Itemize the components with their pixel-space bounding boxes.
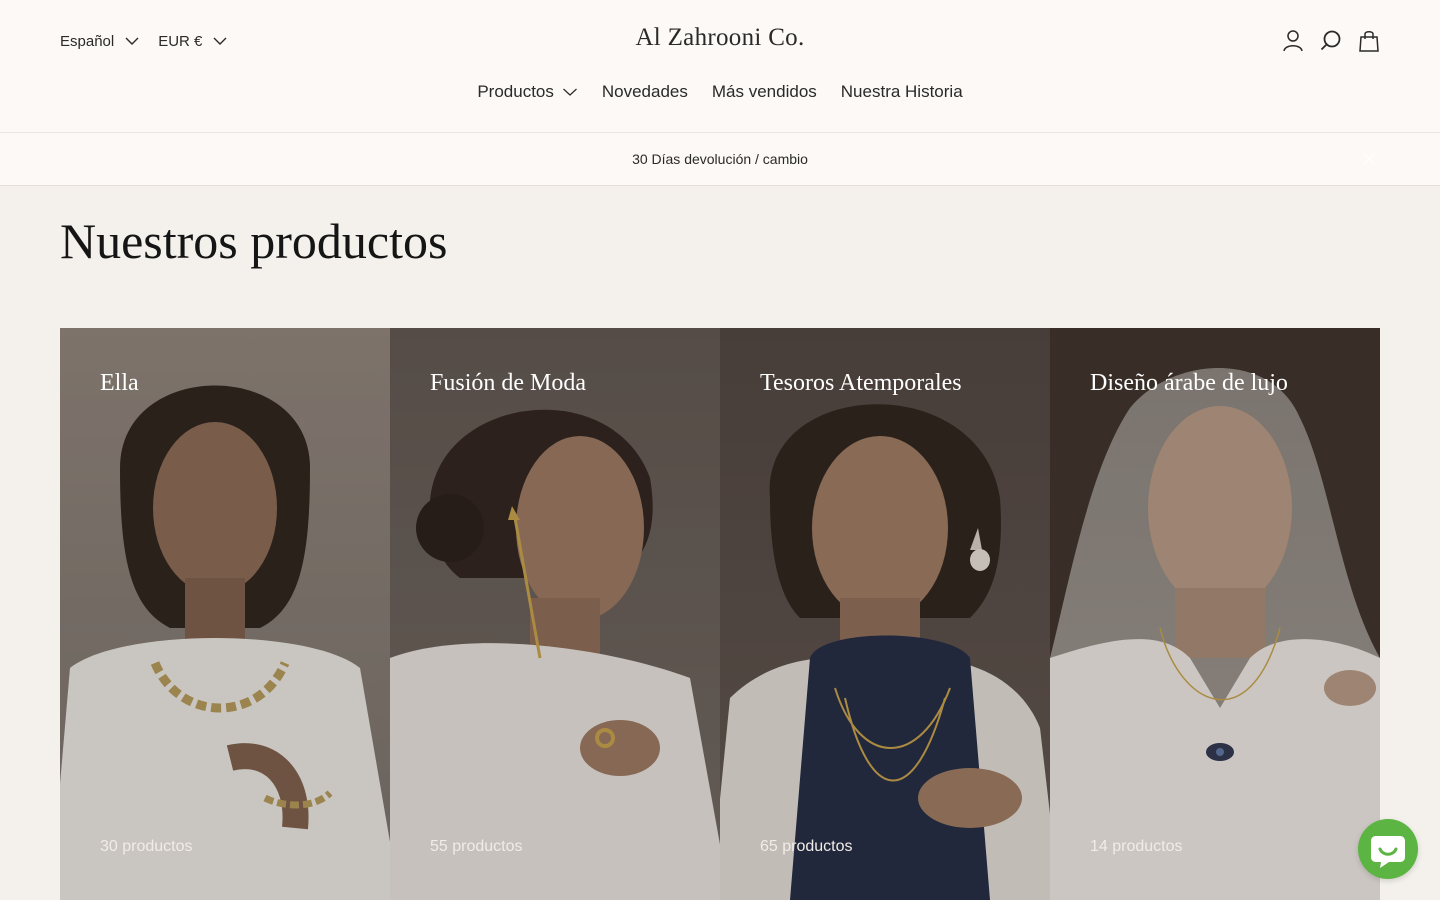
bag-icon[interactable] — [1358, 29, 1380, 53]
collection-title: Ella — [100, 370, 139, 396]
card-overlay — [390, 328, 720, 900]
search-icon[interactable] — [1320, 29, 1342, 53]
close-icon[interactable] — [1362, 152, 1376, 166]
collection-title: Diseño árabe de lujo — [1090, 370, 1288, 396]
site-logo[interactable]: Al Zahrooni Co. — [635, 24, 804, 51]
page-title: Nuestros productos — [60, 213, 448, 269]
card-overlay — [1050, 328, 1380, 900]
chevron-down-icon — [562, 88, 577, 96]
account-icon[interactable] — [1282, 29, 1304, 53]
collection-card-tesoros-atemporales[interactable]: Tesoros Atemporales 65 productos — [720, 328, 1050, 900]
collection-card-diseno-arabe-de-lujo[interactable]: Diseño árabe de lujo 14 productos — [1050, 328, 1380, 900]
collection-title: Fusión de Moda — [430, 370, 586, 396]
collection-card-fusion-de-moda[interactable]: Fusión de Moda 55 productos — [390, 328, 720, 900]
nav-item-productos[interactable]: Productos — [477, 82, 578, 102]
collection-count: 30 productos — [100, 838, 193, 855]
collection-card-ella[interactable]: Ella 30 productos — [60, 328, 390, 900]
collections-grid: Ella 30 productos Fusión de Moda 55 prod… — [60, 328, 1380, 900]
chat-smile-icon — [1371, 836, 1405, 868]
collection-count: 65 productos — [760, 838, 853, 855]
nav-item-nuestra-historia[interactable]: Nuestra Historia — [841, 82, 963, 102]
collection-count: 55 productos — [430, 838, 523, 855]
nav-item-novedades[interactable]: Novedades — [602, 82, 688, 102]
card-overlay — [720, 328, 1050, 900]
site-header: Español EUR € Al Zahrooni Co. Productos — [0, 0, 1440, 132]
collection-count: 14 productos — [1090, 838, 1183, 855]
announcement-text[interactable]: 30 Días devolución / cambio — [632, 151, 808, 167]
site-logo-container: Al Zahrooni Co. — [0, 24, 1440, 52]
card-overlay — [60, 328, 390, 900]
nav-item-mas-vendidos[interactable]: Más vendidos — [712, 82, 817, 102]
chat-button[interactable] — [1358, 819, 1418, 879]
nav-item-label: Productos — [477, 82, 554, 101]
nav-item-label: Novedades — [601, 82, 688, 101]
main-navigation: Productos Novedades Más vendidos Nuestra… — [0, 82, 1440, 102]
collection-title: Tesoros Atemporales — [760, 370, 962, 396]
nav-item-label: Nuestra Historia — [840, 82, 963, 101]
nav-item-label: Más vendidos — [711, 82, 817, 101]
announcement-bar: 30 Días devolución / cambio — [0, 132, 1440, 186]
header-actions — [1282, 29, 1380, 53]
